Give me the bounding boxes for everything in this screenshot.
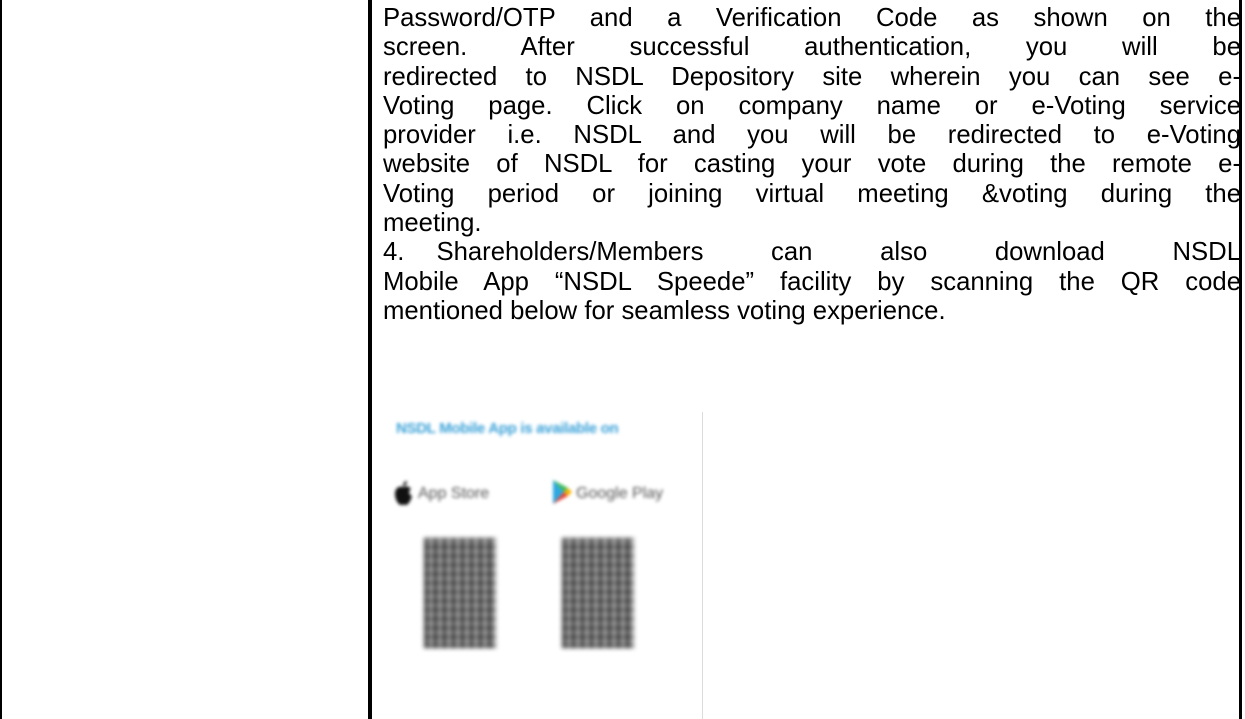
paragraph-line: provider i.e. NSDL and you will be redir… [383,121,1241,150]
point-number: 4. [383,238,405,267]
paragraph-line: Voting page. Click on company name or e-… [383,91,1241,120]
nsdl-app-promo-image: NSDL Mobile App is available on App Stor… [382,412,703,719]
paragraph-line: website of NSDL for casting your vote du… [383,150,1241,179]
paragraph-line: meeting. [383,209,482,238]
google-play-badge: Google Play [552,476,663,512]
document-table: Password/OTP and a Verification Code as … [0,0,1245,719]
paragraph-line: redirected to NSDL Depository site where… [383,62,1241,91]
app-availability-heading: NSDL Mobile App is available on [396,420,619,437]
paragraph-line: screen. After successful authentication,… [383,33,1241,62]
paragraph-line: Voting period or joining virtual meeting… [383,179,1241,208]
google-play-label: Google Play [576,485,664,502]
table-left-cell [2,0,368,719]
instruction-paragraph: Password/OTP and a Verification Code as … [383,4,1241,326]
app-store-qr-code [424,538,496,648]
app-store-label: App Store [418,485,490,502]
app-store-badge: App Store [392,476,489,512]
google-play-qr-code [562,538,634,648]
column-divider [368,0,372,719]
point-4-line: 4. Shareholders/Members can also download… [383,238,1241,267]
point-4-line: Mobile App “NSDL Speede” facility by sca… [383,267,1241,296]
point-4-line: mentioned below for seamless voting expe… [383,296,946,325]
google-play-icon [552,479,572,510]
apple-logo-icon [392,477,414,512]
table-right-cell: Password/OTP and a Verification Code as … [376,0,1241,719]
paragraph-line: Password/OTP and a Verification Code as … [383,4,1241,32]
point-4-text: Shareholders/Members can also download N… [436,238,1241,267]
